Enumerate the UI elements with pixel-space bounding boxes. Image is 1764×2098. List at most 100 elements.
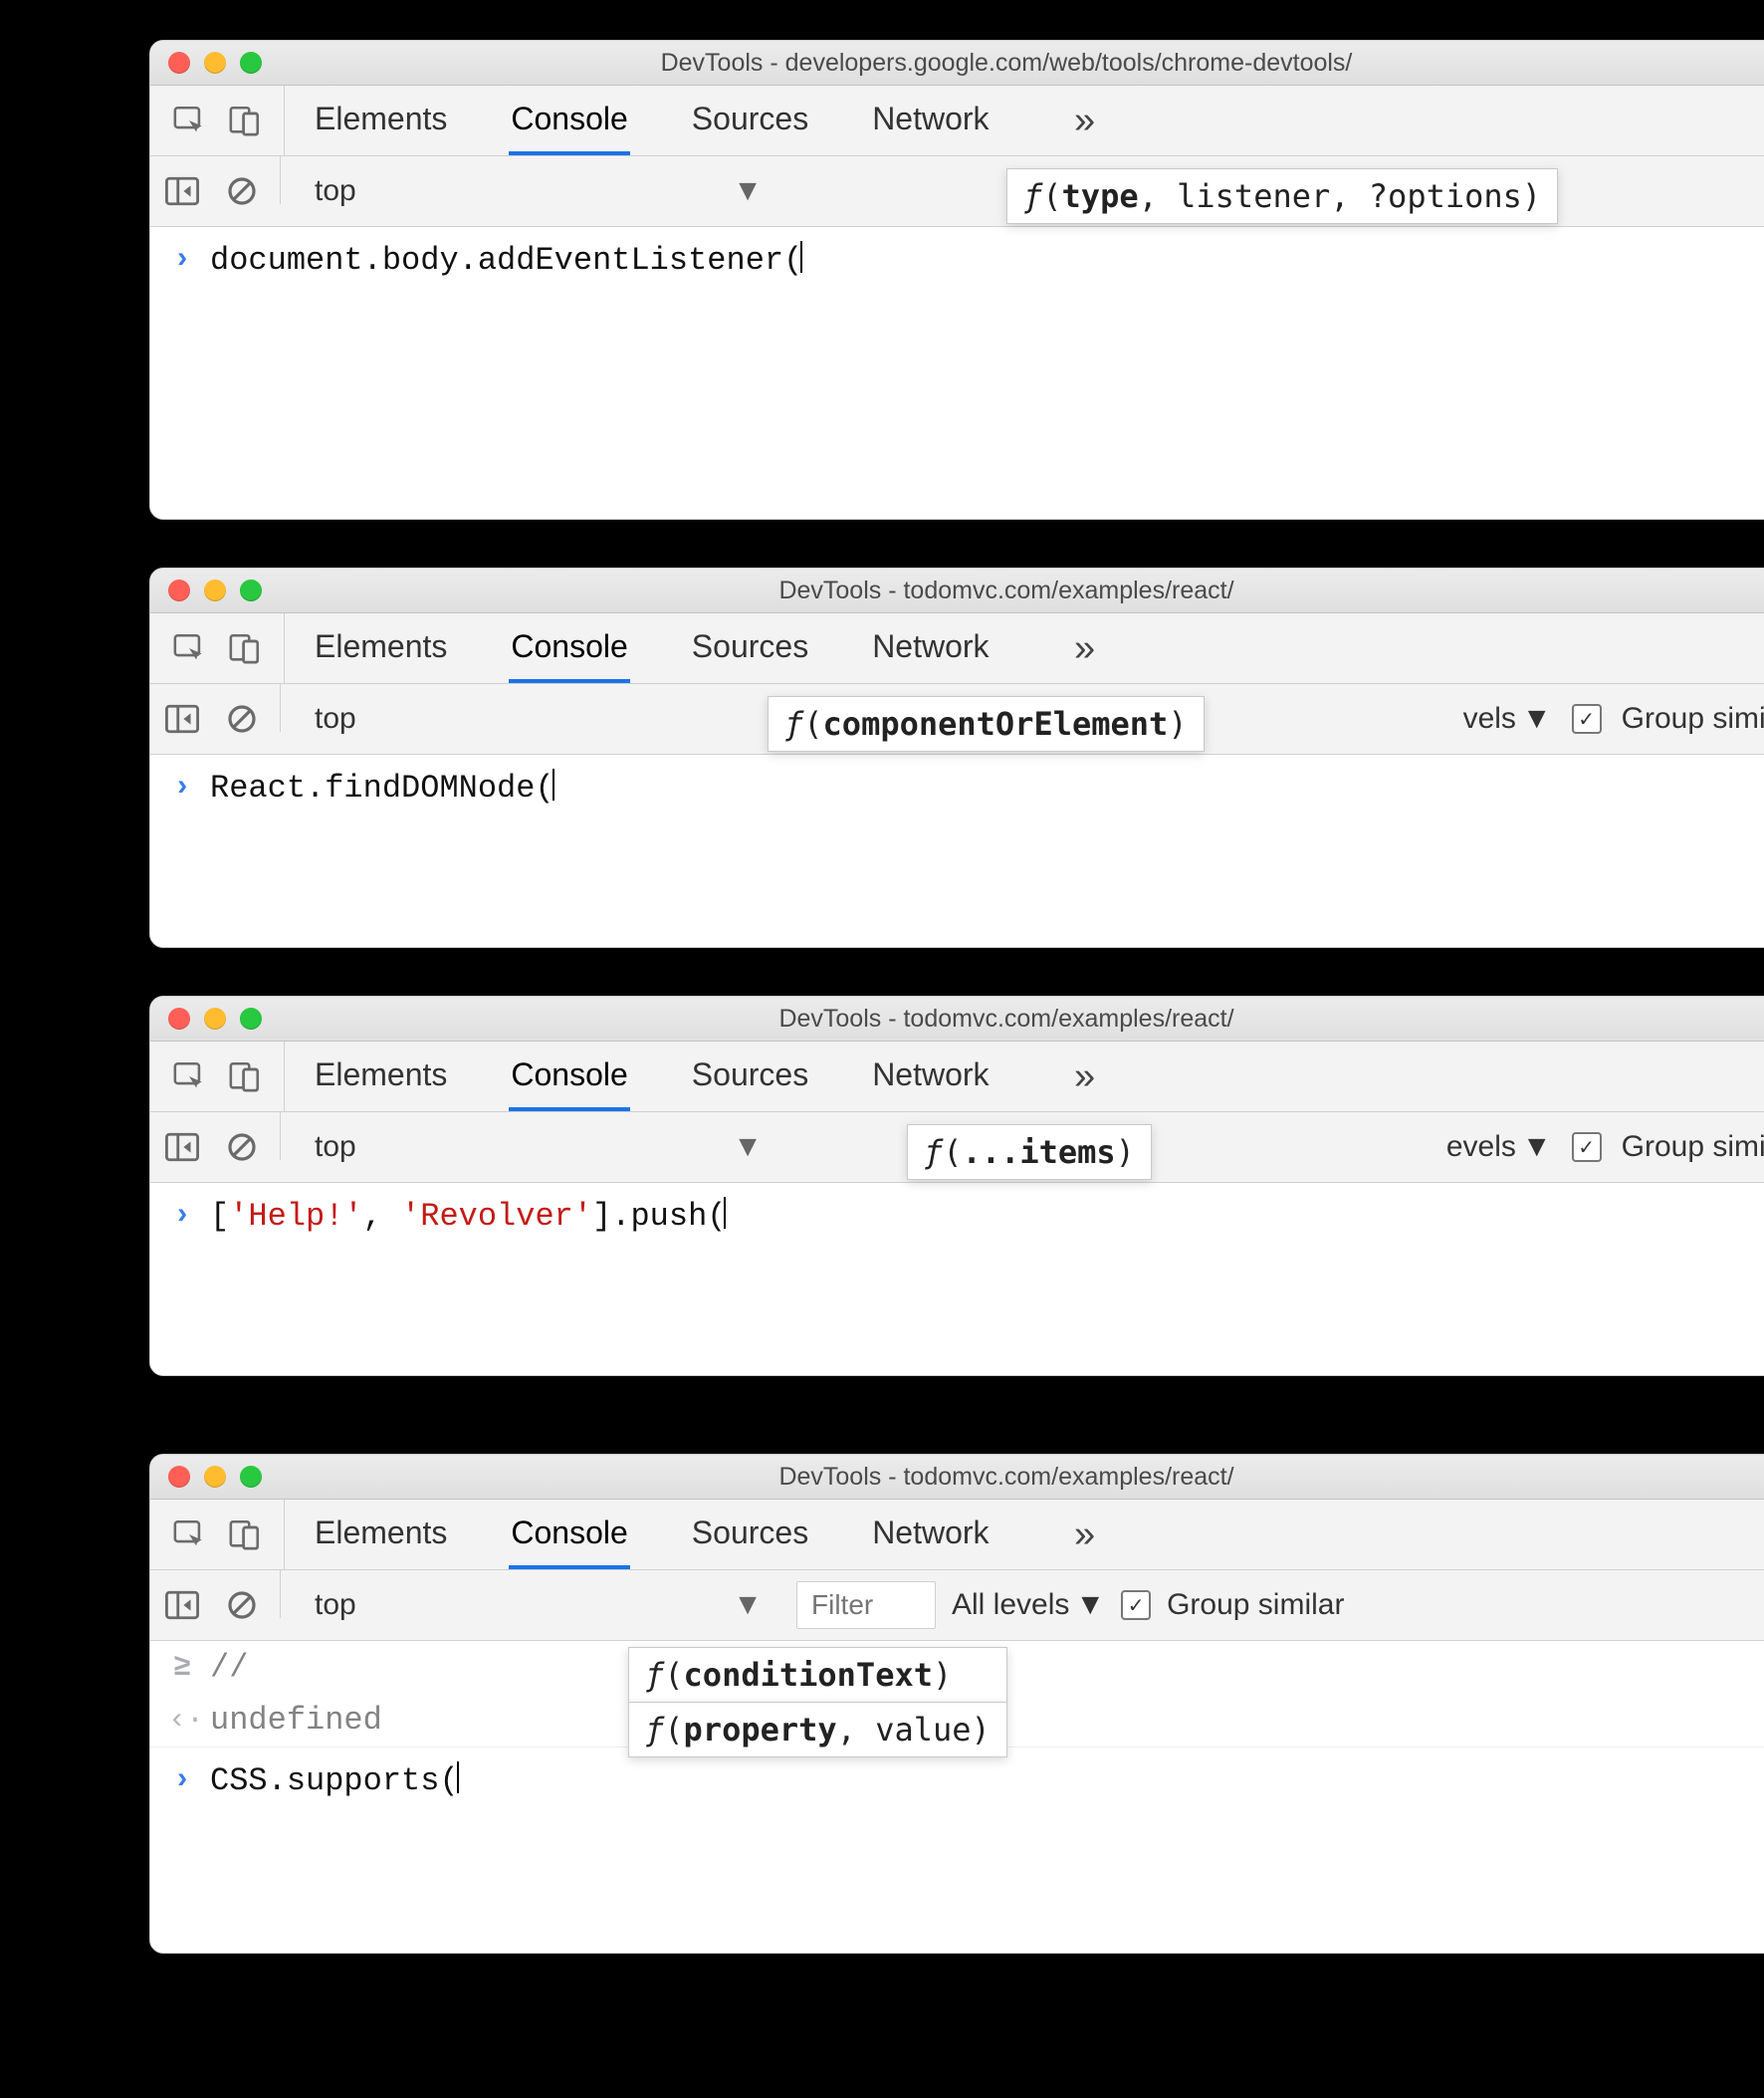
minimize-icon[interactable] bbox=[204, 1008, 226, 1030]
traffic-lights bbox=[168, 52, 262, 74]
signature-hint: ƒ(componentOrElement) bbox=[768, 696, 1205, 752]
titlebar[interactable]: DevTools - todomvc.com/examples/react/ bbox=[150, 1455, 1764, 1500]
signature-hint: ƒ(conditionText) ƒ(property, value) bbox=[628, 1647, 1007, 1757]
signature-hint-line: ƒ(property, value) bbox=[628, 1702, 1007, 1757]
tab-sources[interactable]: Sources bbox=[690, 86, 810, 155]
tab-console[interactable]: Console bbox=[509, 613, 629, 683]
console-input[interactable]: CSS.supports( bbox=[210, 1761, 459, 1799]
log-levels-selector[interactable]: All levels ▼ bbox=[952, 1588, 1105, 1622]
tab-sources[interactable]: Sources bbox=[690, 1500, 810, 1569]
chevron-down-icon: ▼ bbox=[1075, 1588, 1105, 1622]
filter-input[interactable] bbox=[796, 1581, 936, 1629]
tab-network[interactable]: Network bbox=[870, 1042, 991, 1111]
tab-console[interactable]: Console bbox=[509, 86, 629, 155]
signature-hint: ƒ(...items) bbox=[907, 1124, 1152, 1180]
maximize-icon[interactable] bbox=[240, 52, 262, 74]
minimize-icon[interactable] bbox=[204, 52, 226, 74]
group-similar-checkbox[interactable]: ✓ bbox=[1121, 1590, 1151, 1620]
close-icon[interactable] bbox=[168, 580, 190, 601]
device-toolbar-icon[interactable] bbox=[228, 104, 262, 137]
execution-context-label: top bbox=[315, 1588, 356, 1622]
tab-elements[interactable]: Elements bbox=[313, 1500, 449, 1569]
chevron-down-icon: ▼ bbox=[733, 1588, 763, 1622]
show-console-sidebar-icon[interactable] bbox=[160, 1583, 204, 1627]
group-similar-checkbox[interactable]: ✓ bbox=[1572, 704, 1602, 734]
console-input[interactable]: ['Help!', 'Revolver'].push( bbox=[210, 1197, 726, 1235]
history-out-chevron-icon: ‹· bbox=[168, 1704, 196, 1738]
close-icon[interactable] bbox=[168, 52, 190, 74]
tab-network[interactable]: Network bbox=[870, 86, 991, 155]
titlebar[interactable]: DevTools - todomvc.com/examples/react/ bbox=[150, 997, 1764, 1042]
tabs: Elements Console Sources Network » bbox=[285, 613, 1119, 683]
group-similar-label: Group similar bbox=[1167, 1588, 1344, 1622]
prompt-chevron-icon: › bbox=[168, 1763, 196, 1797]
inspect-element-icon[interactable] bbox=[172, 1059, 206, 1093]
more-tabs-icon[interactable]: » bbox=[1051, 86, 1119, 155]
tabs: Elements Console Sources Network » bbox=[285, 1042, 1119, 1111]
console-toolbar: top ▼ r ƒ(type, listener, ?options) bbox=[150, 156, 1764, 227]
maximize-icon[interactable] bbox=[240, 1466, 262, 1488]
clear-console-icon[interactable] bbox=[220, 697, 264, 741]
console-body[interactable]: › ['Help!', 'Revolver'].push( bbox=[150, 1183, 1764, 1372]
maximize-icon[interactable] bbox=[240, 580, 262, 601]
close-icon[interactable] bbox=[168, 1008, 190, 1030]
tabs: Elements Console Sources Network » bbox=[285, 86, 1119, 155]
execution-context-selector[interactable]: top ▼ bbox=[297, 1123, 780, 1171]
signature-hint-line: ƒ(type, listener, ?options) bbox=[1006, 168, 1558, 224]
maximize-icon[interactable] bbox=[240, 1008, 262, 1030]
titlebar[interactable]: DevTools - developers.google.com/web/too… bbox=[150, 41, 1764, 86]
clear-console-icon[interactable] bbox=[220, 1125, 264, 1169]
devtools-window: DevTools - todomvc.com/examples/react/ E… bbox=[149, 1454, 1764, 1954]
chevron-down-icon: ▼ bbox=[733, 174, 763, 208]
devtools-window: DevTools - developers.google.com/web/too… bbox=[149, 40, 1764, 520]
window-title: DevTools - todomvc.com/examples/react/ bbox=[150, 1005, 1764, 1034]
tab-network[interactable]: Network bbox=[870, 1500, 991, 1569]
inspect-element-icon[interactable] bbox=[172, 1517, 206, 1551]
clear-console-icon[interactable] bbox=[220, 169, 264, 213]
devtools-window: DevTools - todomvc.com/examples/react/ E… bbox=[149, 996, 1764, 1376]
show-console-sidebar-icon[interactable] bbox=[160, 169, 204, 213]
toolbar: Elements Console Sources Network » bbox=[150, 86, 1764, 156]
log-levels-selector[interactable]: evels ▼ bbox=[1446, 1130, 1552, 1164]
inspect-element-icon[interactable] bbox=[172, 104, 206, 137]
device-toolbar-icon[interactable] bbox=[228, 631, 262, 665]
window-title: DevTools - todomvc.com/examples/react/ bbox=[150, 577, 1764, 605]
console-toolbar: top ▼ All levels ▼ ✓ Group similar bbox=[150, 1570, 1764, 1641]
tab-sources[interactable]: Sources bbox=[690, 1042, 810, 1111]
titlebar[interactable]: DevTools - todomvc.com/examples/react/ bbox=[150, 569, 1764, 613]
execution-context-selector[interactable]: top ▼ bbox=[297, 1581, 780, 1629]
console-input[interactable]: document.body.addEventListener( bbox=[210, 241, 802, 279]
minimize-icon[interactable] bbox=[204, 580, 226, 601]
more-tabs-icon[interactable]: » bbox=[1051, 1042, 1119, 1111]
traffic-lights bbox=[168, 1008, 262, 1030]
more-tabs-icon[interactable]: » bbox=[1051, 613, 1119, 683]
execution-context-label: top bbox=[315, 702, 356, 736]
execution-context-selector[interactable]: top bbox=[297, 695, 691, 743]
console-input[interactable]: React.findDOMNode( bbox=[210, 769, 554, 807]
console-toolbar: top vels ▼ ✓ Group similar ƒ(componentOr… bbox=[150, 684, 1764, 755]
log-levels-selector[interactable]: vels ▼ bbox=[1463, 702, 1552, 736]
tab-sources[interactable]: Sources bbox=[690, 613, 810, 683]
tab-network[interactable]: Network bbox=[870, 613, 991, 683]
close-icon[interactable] bbox=[168, 1466, 190, 1488]
tab-console[interactable]: Console bbox=[509, 1500, 629, 1569]
tab-elements[interactable]: Elements bbox=[313, 86, 449, 155]
inspect-element-icon[interactable] bbox=[172, 631, 206, 665]
console-body[interactable]: › document.body.addEventListener( bbox=[150, 227, 1764, 516]
group-similar-checkbox[interactable]: ✓ bbox=[1572, 1132, 1602, 1162]
more-tabs-icon[interactable]: » bbox=[1051, 1500, 1119, 1569]
tab-console[interactable]: Console bbox=[509, 1042, 629, 1111]
tab-elements[interactable]: Elements bbox=[313, 1042, 449, 1111]
show-console-sidebar-icon[interactable] bbox=[160, 1125, 204, 1169]
minimize-icon[interactable] bbox=[204, 1466, 226, 1488]
console-body[interactable]: › React.findDOMNode( bbox=[150, 755, 1764, 944]
signature-hint-line: ƒ(...items) bbox=[907, 1124, 1152, 1180]
console-body[interactable]: ≥ // ‹· undefined › CSS.supports( ƒ(cond… bbox=[150, 1641, 1764, 1950]
clear-console-icon[interactable] bbox=[220, 1583, 264, 1627]
execution-context-selector[interactable]: top ▼ bbox=[297, 167, 780, 215]
prompt-chevron-icon: › bbox=[168, 243, 196, 277]
show-console-sidebar-icon[interactable] bbox=[160, 697, 204, 741]
tab-elements[interactable]: Elements bbox=[313, 613, 449, 683]
device-toolbar-icon[interactable] bbox=[228, 1059, 262, 1093]
device-toolbar-icon[interactable] bbox=[228, 1517, 262, 1551]
